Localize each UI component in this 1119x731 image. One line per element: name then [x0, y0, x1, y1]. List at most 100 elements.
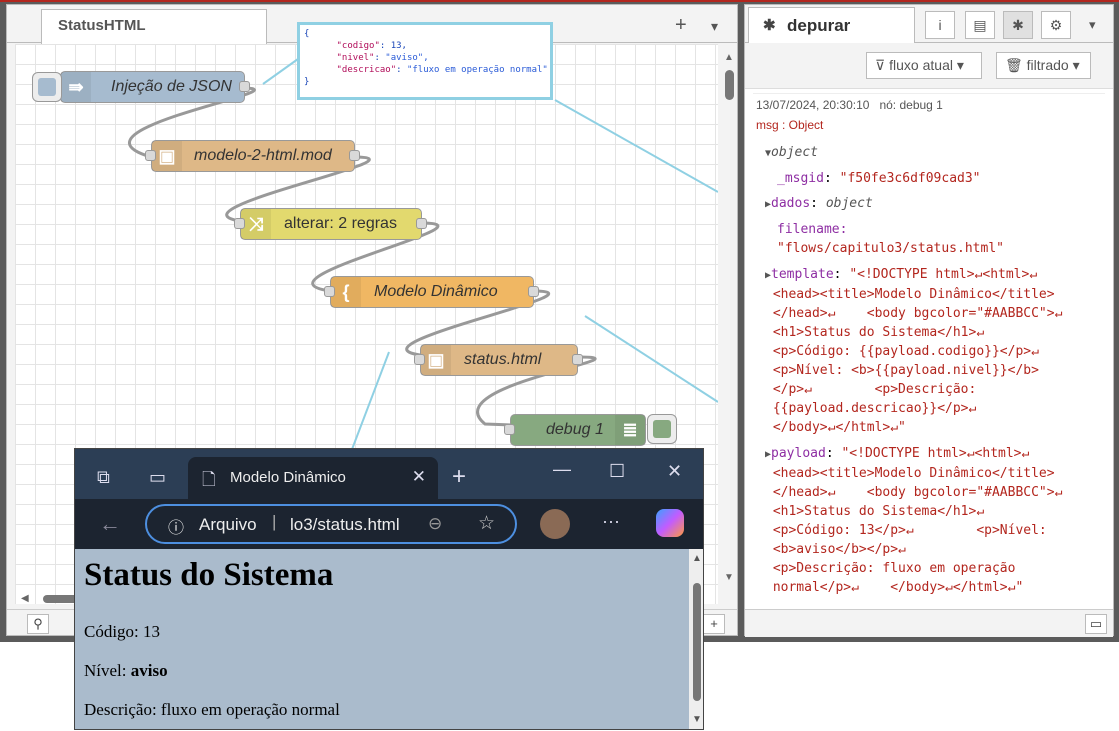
- close-tab-icon[interactable]: ✕: [412, 467, 426, 487]
- more-options-icon[interactable]: ···: [602, 511, 620, 532]
- tree-value-line: "<!DOCTYPE html>↵<html>↵: [841, 446, 1030, 461]
- tree-value: object: [825, 196, 873, 211]
- input-port[interactable]: [145, 150, 156, 161]
- address-bar[interactable]: ⓘ Arquivo | lo3/status.html ⊖ ☆: [145, 504, 517, 544]
- node-debug[interactable]: debug 1 ≣: [510, 414, 646, 446]
- favorite-star-icon[interactable]: ☆: [478, 512, 495, 535]
- file-out-icon: ▣: [421, 345, 451, 375]
- node-file-out-label: status.html: [464, 351, 542, 368]
- json-value: "fluxo em operação normal": [406, 65, 548, 75]
- back-arrow-icon[interactable]: ←: [99, 511, 121, 537]
- browser-page: Status do Sistema Código: 13 Nível: avis…: [75, 549, 689, 729]
- callout-line: [554, 99, 718, 193]
- tree-key: template: [771, 267, 834, 282]
- output-port[interactable]: [416, 218, 427, 229]
- minimize-icon[interactable]: —: [553, 459, 571, 480]
- inject-arrow-icon: ⇛: [61, 72, 91, 102]
- tree-value-line: {{payload.descricao}}</p>↵: [772, 401, 977, 416]
- input-port[interactable]: [414, 354, 425, 365]
- trash-icon: 🗑: [1005, 57, 1023, 73]
- tree-key: filename:: [777, 222, 848, 237]
- tree-row-template[interactable]: ▶template: "<!DOCTYPE html>↵<html>↵ <hea…: [765, 265, 1062, 437]
- bug-tab-icon[interactable]: ✱: [1003, 11, 1033, 39]
- debug-toggle-button[interactable]: [647, 414, 677, 444]
- tree-value-line: <head><title>Modelo Dinâmico</title>: [772, 287, 1055, 302]
- close-window-icon[interactable]: ✕: [667, 461, 682, 482]
- book-icon[interactable]: ▤: [965, 11, 995, 39]
- json-value: 13,: [390, 41, 407, 51]
- input-port[interactable]: [324, 286, 335, 297]
- add-flow-button[interactable]: +: [675, 14, 687, 37]
- inject-trigger-button[interactable]: [32, 72, 62, 102]
- gear-icon[interactable]: ⚙: [1041, 11, 1071, 39]
- callout-line: [350, 351, 390, 453]
- workspaces-icon[interactable]: ⧉: [97, 467, 110, 488]
- output-port[interactable]: [349, 150, 360, 161]
- scrollbar-thumb[interactable]: [693, 583, 701, 701]
- node-change[interactable]: ⤨ alterar: 2 regras: [240, 208, 422, 240]
- node-file-out[interactable]: ▣ status.html: [420, 344, 578, 376]
- filter-flow-label: fluxo atual: [889, 57, 953, 73]
- node-inject-label: Injeção de JSON: [111, 78, 232, 95]
- scroll-down-icon[interactable]: ▼: [692, 714, 702, 725]
- node-template[interactable]: { Modelo Dinâmico: [330, 276, 534, 308]
- input-port[interactable]: [504, 424, 515, 435]
- input-port[interactable]: [234, 218, 245, 229]
- output-port[interactable]: [239, 81, 250, 92]
- workspace-vertical-scrollbar[interactable]: ▲ ▼: [720, 44, 737, 604]
- shuffle-icon: ⤨: [241, 209, 271, 239]
- zoom-in-button[interactable]: +: [703, 614, 725, 634]
- message-node: nó: debug 1: [879, 98, 943, 112]
- tree-row-msgid: _msgid: "f50fe3c6df09cad3": [777, 171, 981, 186]
- zoom-icon[interactable]: ⊖: [428, 514, 442, 534]
- filter-mode-dropdown[interactable]: 🗑 filtrado ▾: [996, 52, 1091, 79]
- copilot-icon[interactable]: [656, 509, 684, 537]
- tree-root-label: object: [771, 145, 818, 160]
- scroll-down-icon[interactable]: ▼: [724, 572, 734, 583]
- page-scrollbar[interactable]: ▲ ▼: [689, 549, 703, 729]
- json-key: "nivel": [336, 53, 375, 63]
- tree-value-line: <b>aviso</b></p>↵: [772, 542, 906, 557]
- debug-toolbar: ⊽ fluxo atual ▾ 🗑 filtrado ▾: [745, 43, 1113, 89]
- tree-root[interactable]: ▼object: [765, 143, 818, 163]
- info-icon[interactable]: i: [925, 11, 955, 39]
- scroll-left-icon[interactable]: ◀: [21, 593, 29, 604]
- filter-flow-dropdown[interactable]: ⊽ fluxo atual ▾: [866, 52, 982, 79]
- tree-row-dados[interactable]: ▶dados: object: [765, 194, 873, 214]
- tree-value-line: normal</p>↵ </body>↵</html>↵": [772, 580, 1024, 595]
- address-url: lo3/status.html: [290, 515, 400, 534]
- address-divider: |: [272, 512, 277, 531]
- message-timestamp: 13/07/2024, 20:30:10: [756, 98, 870, 112]
- browser-tabbar: ⧉ ▭ 🗋 Modelo Dinâmico ✕ + — ☐ ✕: [75, 449, 703, 499]
- tree-value-line: <p>Descrição: fluxo em operação: [772, 561, 1016, 576]
- avatar[interactable]: [540, 509, 570, 539]
- flow-list-menu-button[interactable]: ▾: [711, 18, 718, 35]
- scroll-up-icon[interactable]: ▲: [724, 52, 734, 63]
- tree-key: dados: [771, 196, 811, 211]
- node-inject[interactable]: ⇛ Injeção de JSON: [60, 71, 245, 103]
- monitor-icon[interactable]: ▭: [1085, 614, 1107, 634]
- debug-messages[interactable]: 13/07/2024, 20:30:10 nó: debug 1 msg : O…: [753, 93, 1105, 603]
- node-template-file[interactable]: ▣ modelo-2-html.mod: [151, 140, 355, 172]
- flow-tab[interactable]: StatusHTML: [41, 9, 267, 44]
- new-tab-icon[interactable]: +: [452, 463, 466, 491]
- tree-value-line: </head>↵ <body bgcolor="#AABBCC">↵: [772, 485, 1063, 500]
- scroll-up-icon[interactable]: ▲: [692, 553, 702, 564]
- tab-actions-icon[interactable]: ▭: [149, 467, 166, 488]
- node-change-label: alterar: 2 regras: [284, 215, 397, 232]
- chevron-down-icon: ▾: [1072, 57, 1080, 73]
- output-port[interactable]: [528, 286, 539, 297]
- tree-row-payload[interactable]: ▶payload: "<!DOCTYPE html>↵<html>↵ <head…: [765, 444, 1062, 597]
- search-icon[interactable]: ⚲: [27, 614, 49, 634]
- browser-tab[interactable]: 🗋 Modelo Dinâmico ✕: [188, 457, 438, 499]
- tree-value-line: </p>↵ <p>Descrição:: [772, 382, 977, 397]
- output-port[interactable]: [572, 354, 583, 365]
- json-callout: { "codigo": 13, "nivel": "aviso", "descr…: [297, 22, 553, 100]
- debug-sidebar: ✱ depurar i ▤ ✱ ⚙ ▾ ⊽ fluxo atual ▾ 🗑 fi…: [744, 4, 1114, 637]
- tab-debug[interactable]: ✱ depurar: [748, 7, 915, 43]
- chevron-down-icon[interactable]: ▾: [1089, 17, 1096, 33]
- scrollbar-thumb[interactable]: [725, 70, 734, 100]
- maximize-icon[interactable]: ☐: [609, 461, 625, 482]
- file-in-icon: ▣: [152, 141, 182, 171]
- info-icon[interactable]: ⓘ: [168, 514, 184, 538]
